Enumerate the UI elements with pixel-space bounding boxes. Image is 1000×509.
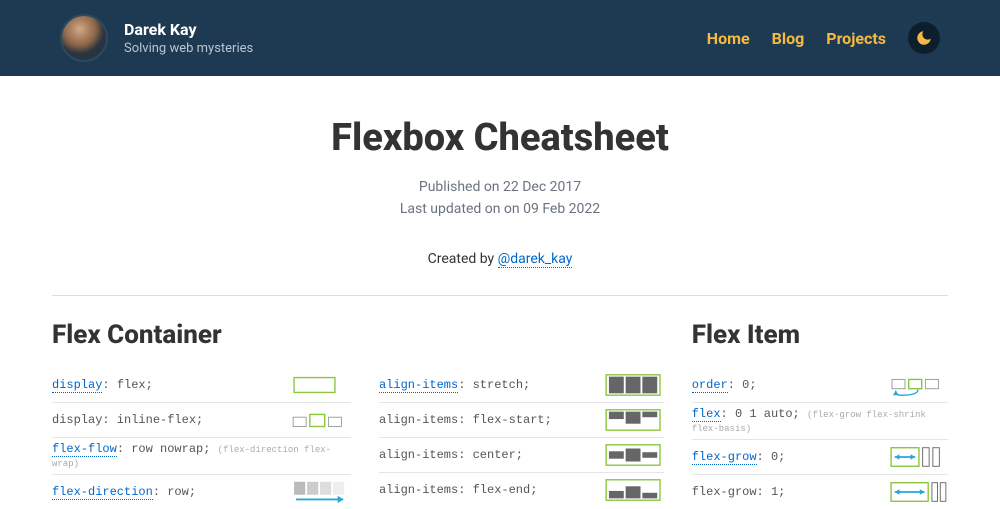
diagram-order xyxy=(888,372,948,398)
nav-projects[interactable]: Projects xyxy=(826,29,886,48)
brand-tagline: Solving web mysteries xyxy=(124,41,253,56)
brand-name: Darek Kay xyxy=(124,20,253,39)
page-title: Flexbox Cheatsheet xyxy=(52,116,948,160)
diagram-row xyxy=(291,479,351,505)
prop-link[interactable]: flex xyxy=(692,407,721,422)
prop-link[interactable]: flex-flow xyxy=(52,442,117,457)
site-header: Darek Kay Solving web mysteries Home Blo… xyxy=(0,0,1000,76)
prop-link[interactable]: order xyxy=(692,378,728,393)
byline: Created by @darek_kay xyxy=(52,251,948,267)
diagram-grow-0 xyxy=(888,444,948,470)
prop-link[interactable]: align-items xyxy=(379,378,458,393)
prop-row: flex-direction: row; xyxy=(52,475,351,509)
prop-row: flex-flow: row nowrap; (flex-direction f… xyxy=(52,438,351,475)
diagram-grow-1 xyxy=(888,479,948,505)
prop-row: align-items: center; xyxy=(379,438,664,473)
nav-home[interactable]: Home xyxy=(707,29,750,48)
prop-row: align-items: stretch; xyxy=(379,368,664,403)
diagram-center xyxy=(604,442,664,468)
diagram-stretch xyxy=(604,372,664,398)
nav-blog[interactable]: Blog xyxy=(772,29,805,48)
prop-row: display: inline-flex; xyxy=(52,403,351,438)
brand[interactable]: Darek Kay Solving web mysteries xyxy=(60,14,253,62)
moon-icon xyxy=(915,29,933,47)
section-heading-item: Flex Item xyxy=(692,320,948,350)
diagram-inline-flex xyxy=(291,407,351,433)
prop-link[interactable]: flex-grow xyxy=(692,450,757,465)
author-link[interactable]: @darek_kay xyxy=(498,251,573,268)
divider xyxy=(52,295,948,296)
primary-nav: Home Blog Projects xyxy=(707,22,940,54)
prop-row: order: 0; xyxy=(692,368,948,403)
diagram-flex-end xyxy=(604,477,664,503)
publish-date: Published on 22 Dec 2017 xyxy=(52,176,948,198)
theme-toggle[interactable] xyxy=(908,22,940,54)
diagram-flex-start xyxy=(604,407,664,433)
prop-row: align-items: flex-start; xyxy=(379,403,664,438)
section-heading-container: Flex Container xyxy=(52,320,351,350)
prop-row: flex-grow: 0; xyxy=(692,440,948,475)
prop-row: align-items: flex-end; xyxy=(379,473,664,507)
prop-row: flex: 0 1 auto; (flex-grow flex-shrink f… xyxy=(692,403,948,440)
avatar xyxy=(60,14,108,62)
prop-link[interactable]: display xyxy=(52,378,102,393)
prop-row: display: flex; xyxy=(52,368,351,403)
prop-link[interactable]: flex-direction xyxy=(52,485,153,500)
update-date: Last updated on on 09 Feb 2022 xyxy=(52,198,948,220)
prop-row: flex-grow: 1; xyxy=(692,475,948,509)
diagram-flex xyxy=(291,372,351,398)
